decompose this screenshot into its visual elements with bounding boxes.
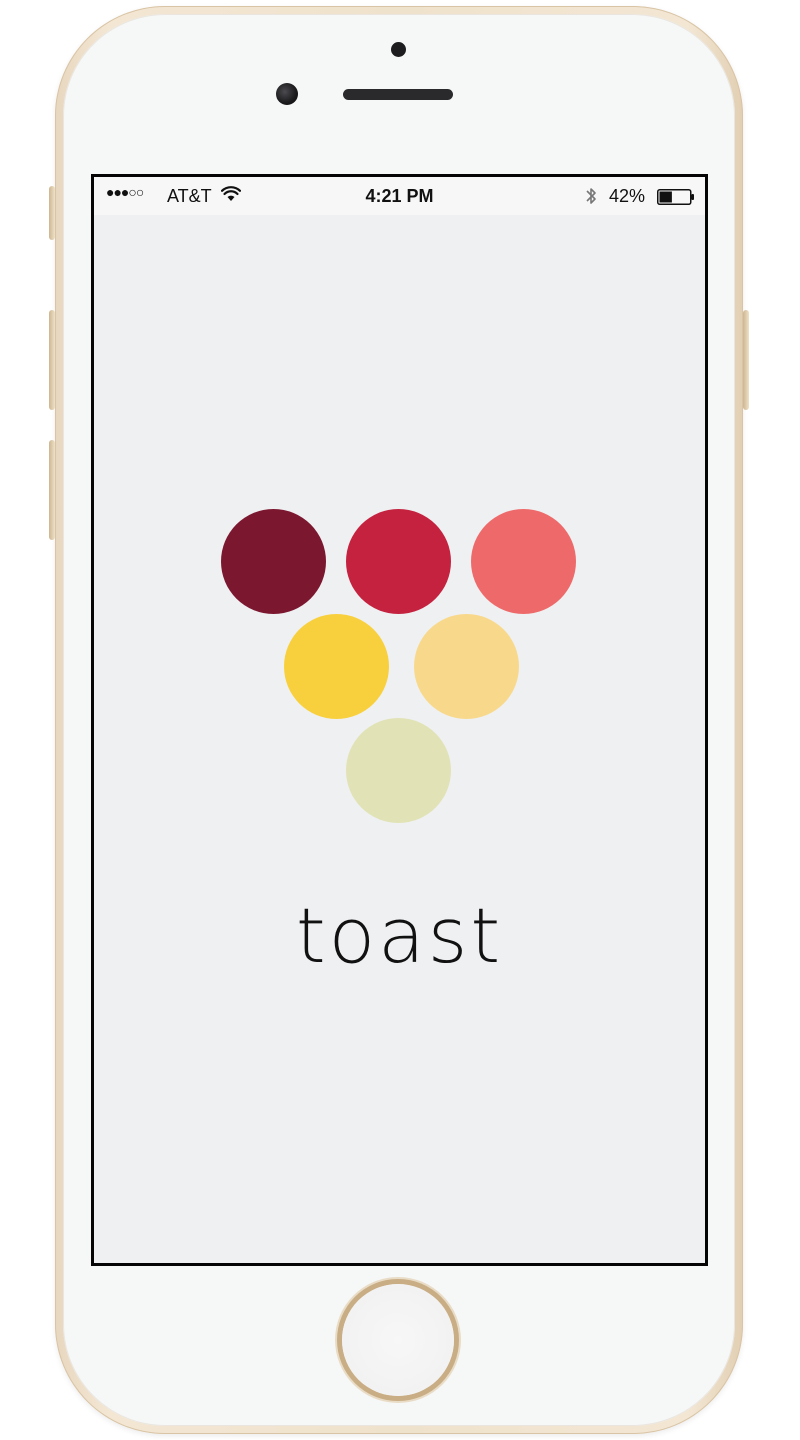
home-button[interactable] — [342, 1284, 454, 1396]
volume-up-button — [49, 310, 55, 410]
earpiece-speaker — [343, 89, 453, 100]
battery-icon — [657, 189, 694, 205]
front-sensor — [391, 42, 406, 57]
app-name: toast — [295, 891, 504, 980]
logo-dot-burgundy — [221, 509, 326, 614]
logo-dot-yellow — [284, 614, 389, 719]
status-bar: ●●●○○ AT&T 4:21 PM 42% — [94, 177, 705, 215]
logo-dot-pale-green — [346, 718, 451, 823]
camera-icon — [276, 83, 298, 105]
logo-dot-light-yellow — [414, 614, 519, 719]
power-button — [743, 310, 749, 410]
device-mockup: ●●●○○ AT&T 4:21 PM 42% toast — [0, 0, 800, 1440]
battery-fill — [659, 191, 672, 203]
logo-dot-crimson — [346, 509, 451, 614]
logo-dot-coral — [471, 509, 576, 614]
screen: ●●●○○ AT&T 4:21 PM 42% toast — [91, 174, 708, 1266]
silent-switch — [49, 186, 55, 240]
volume-down-button — [49, 440, 55, 540]
battery-percent: 42% — [609, 186, 646, 206]
bluetooth-icon — [586, 188, 596, 204]
